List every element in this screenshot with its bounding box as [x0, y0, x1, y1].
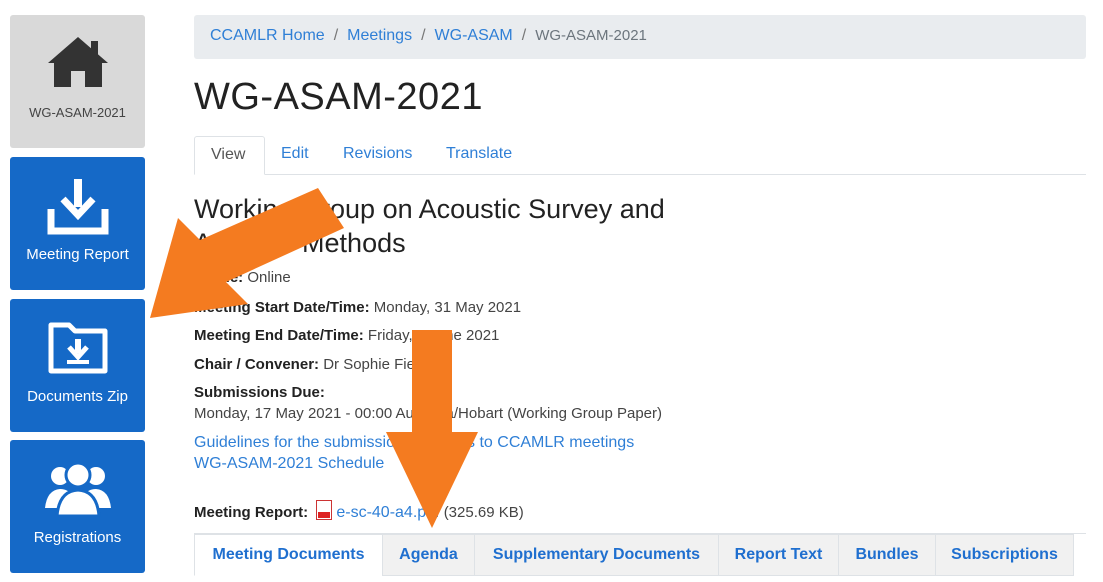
folder-download-icon [10, 317, 145, 379]
users-icon [10, 458, 145, 520]
chair-value: Dr Sophie Fielding [323, 356, 447, 373]
venue-row: Venue: Online [194, 269, 291, 286]
breadcrumb-link-meetings[interactable]: Meetings [347, 27, 412, 44]
end-date-row: Meeting End Date/Time: Friday, 4 June 20… [194, 327, 499, 344]
venue-label: Venue: [194, 269, 244, 286]
chair-row: Chair / Convener: Dr Sophie Fielding [194, 356, 447, 373]
pdf-icon [316, 500, 333, 520]
submissions-value: Monday, 17 May 2021 - 00:00 Australia/Ho… [194, 405, 663, 422]
breadcrumb-link-wg-asam[interactable]: WG-ASAM [435, 27, 513, 44]
breadcrumb: CCAMLR Home / Meetings / WG-ASAM / WG-ASAM-202… [194, 15, 1086, 59]
venue-value: Online [247, 269, 291, 286]
registrations-label: Registrations [33, 529, 122, 546]
start-date-row: Meeting Start Date/Time: Monday, 31 May … [194, 299, 521, 316]
meeting-report-size: (325.69 KB) [443, 504, 524, 521]
start-date-value: Monday, 31 May 2021 [373, 299, 522, 316]
tab-agenda[interactable]: Agenda [382, 534, 475, 576]
meeting-report-file-link[interactable]: e-sc-40-a4.pdf [336, 504, 439, 521]
breadcrumb-current: WG-ASAM-2021 [535, 27, 647, 44]
schedule-link[interactable]: WG-ASAM-2021 Schedule [194, 455, 384, 473]
tab-subscriptions[interactable]: Subscriptions [935, 534, 1074, 576]
tab-bundles[interactable]: Bundles [838, 534, 936, 576]
start-date-label: Meeting Start Date/Time: [194, 299, 370, 316]
documents-zip-button[interactable]: Documents Zip [10, 299, 145, 432]
tab-view[interactable]: View [194, 136, 265, 175]
tab-report-text[interactable]: Report Text [718, 534, 839, 576]
end-date-value: Friday, 4 June 2021 [367, 327, 500, 344]
submissions-label-row: Submissions Due: [194, 384, 325, 401]
sidebar-home-label: WG-ASAM-2021 [29, 105, 126, 120]
tab-translate[interactable]: Translate [430, 136, 528, 174]
document-tabs: Meeting Documents Agenda Supplementary D… [194, 533, 1086, 582]
annotation-arrows [150, 188, 478, 528]
documents-zip-label: Documents Zip [27, 388, 128, 405]
meeting-report-button[interactable]: Meeting Report [10, 157, 145, 290]
page-title: WG-ASAM-2021 [194, 76, 483, 118]
home-icon [10, 33, 145, 95]
registrations-button[interactable]: Registrations [10, 440, 145, 573]
tab-meeting-documents[interactable]: Meeting Documents [194, 534, 383, 576]
download-icon [10, 175, 145, 237]
sidebar-home-tile[interactable]: WG-ASAM-2021 [10, 15, 145, 148]
submissions-label: Submissions Due: [194, 384, 325, 401]
chair-label: Chair / Convener: [194, 356, 320, 373]
meeting-report-row: Meeting Report: e-sc-40-a4.pdf (325.69 K… [194, 500, 524, 522]
meeting-report-label: Meeting Report [26, 246, 129, 263]
meeting-name: Working Group on Acoustic Survey and Ana… [194, 194, 665, 258]
end-date-label: Meeting End Date/Time: [194, 327, 364, 344]
tab-supplementary-documents[interactable]: Supplementary Documents [474, 534, 719, 576]
tab-revisions[interactable]: Revisions [327, 136, 428, 174]
meeting-report-label: Meeting Report: [194, 504, 309, 521]
breadcrumb-link-home[interactable]: CCAMLR Home [210, 27, 325, 44]
page-tabs: View Edit Revisions Translate [194, 136, 1086, 175]
tab-edit[interactable]: Edit [265, 136, 325, 174]
guidelines-link[interactable]: Guidelines for the submission of papers … [194, 434, 634, 452]
